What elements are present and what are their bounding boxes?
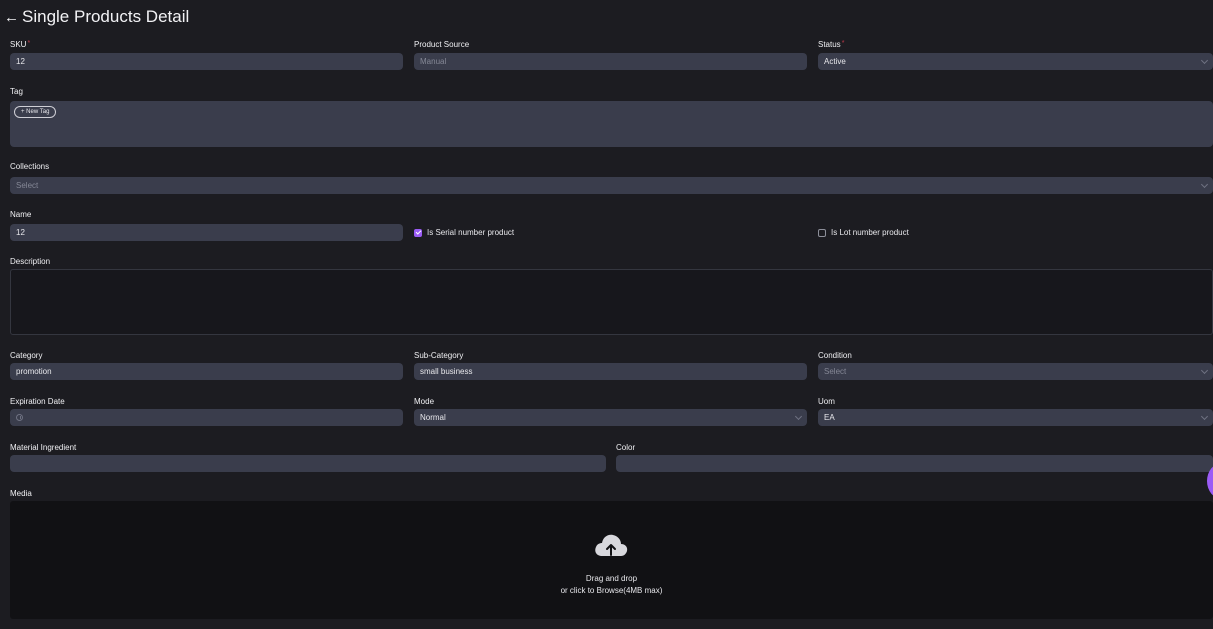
color-input[interactable] (616, 455, 1213, 472)
status-select[interactable]: Active (818, 53, 1213, 70)
product-source-input: Manual (414, 53, 807, 70)
clock-icon (16, 414, 23, 421)
collections-label: Collections (10, 162, 50, 171)
page-title: ← Single Products Detail (4, 7, 189, 27)
sku-input[interactable]: 12 (10, 53, 403, 70)
name-input[interactable]: 12 (10, 224, 403, 241)
uom-value: EA (824, 413, 835, 422)
tag-area[interactable] (10, 101, 1213, 147)
checkbox-unchecked-icon[interactable] (818, 228, 826, 237)
sub-category-input[interactable]: small business (414, 363, 807, 380)
sku-label: SKU* (10, 40, 31, 49)
chevron-down-icon (794, 412, 803, 421)
page-title-text: Single Products Detail (22, 7, 190, 26)
mode-select[interactable]: Normal (414, 409, 807, 426)
uom-select[interactable]: EA (818, 409, 1213, 426)
sub-category-label: Sub-Category (414, 351, 464, 360)
name-label: Name (10, 210, 32, 219)
condition-placeholder: Select (824, 367, 847, 376)
dropzone-text-line2[interactable]: or click to Browse(4MB max) (10, 585, 1213, 597)
status-label: Status* (818, 40, 845, 49)
cloud-upload-icon (595, 534, 628, 556)
lot-number-checkbox[interactable]: Is Lot number product (818, 228, 909, 237)
serial-number-label: Is Serial number product (427, 228, 515, 237)
category-input[interactable]: promotion (10, 363, 403, 380)
lot-number-label: Is Lot number product (831, 228, 909, 237)
dropzone-text-line1: Drag and drop (585, 574, 638, 583)
new-tag-button[interactable]: + New Tag (14, 106, 57, 118)
material-ingredient-label: Material Ingredient (10, 443, 77, 452)
media-label: Media (10, 489, 32, 498)
checkbox-checked-icon[interactable] (414, 228, 422, 237)
category-label: Category (10, 351, 43, 360)
expiration-date-label: Expiration Date (10, 397, 65, 406)
uom-label: Uom (818, 397, 835, 406)
collections-placeholder: Select (16, 181, 39, 190)
expiration-date-picker[interactable] (10, 409, 403, 426)
description-textarea[interactable] (10, 269, 1213, 335)
chevron-down-icon (1200, 366, 1209, 375)
mode-label: Mode (414, 397, 435, 406)
back-arrow-icon[interactable]: ← (4, 9, 19, 26)
product-source-label: Product Source (414, 40, 470, 49)
chevron-down-icon (1200, 56, 1209, 65)
tag-label: Tag (10, 87, 23, 96)
media-dropzone[interactable]: Drag and drop or click to Browse(4MB max… (10, 501, 1213, 619)
collections-select[interactable]: Select (10, 177, 1213, 194)
chevron-down-icon (1200, 180, 1209, 189)
condition-label: Condition (818, 351, 852, 360)
condition-select[interactable]: Select (818, 363, 1213, 380)
chevron-down-icon (1200, 412, 1209, 421)
material-ingredient-input[interactable] (10, 455, 606, 472)
serial-number-checkbox[interactable]: Is Serial number product (414, 228, 514, 237)
mode-value: Normal (420, 413, 446, 422)
description-label: Description (10, 257, 51, 266)
color-label: Color (616, 443, 636, 452)
status-value: Active (824, 57, 846, 66)
